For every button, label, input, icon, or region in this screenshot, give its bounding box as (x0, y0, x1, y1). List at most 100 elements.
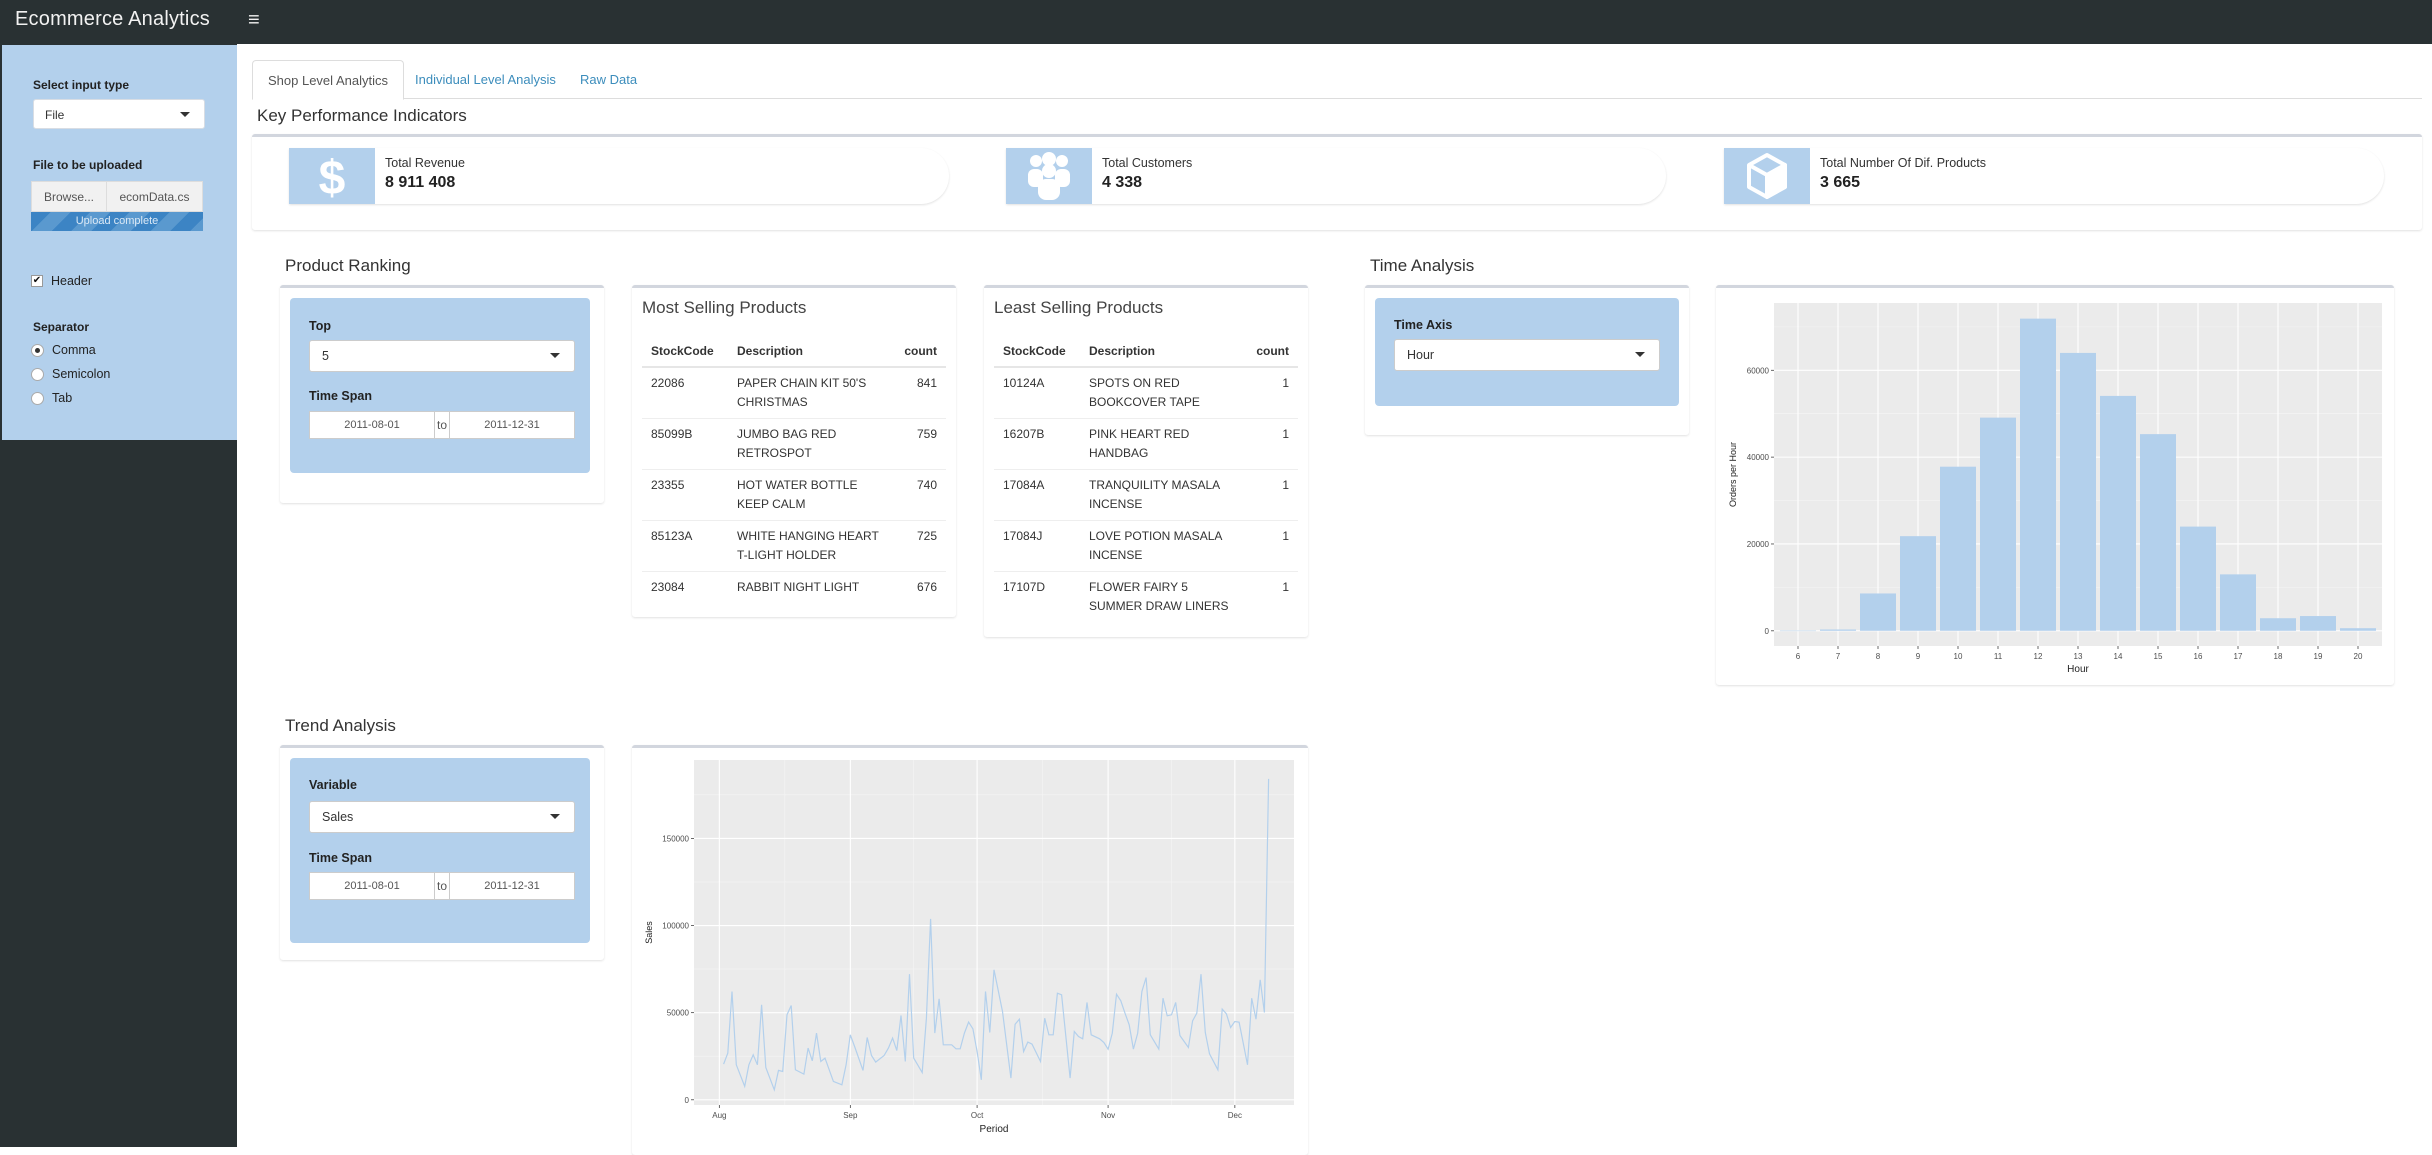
sales-trend-chart-box: 0 50000 100000 150000 Aug Sep Oct Nov Dec Period S… (632, 745, 1308, 1155)
date-range-input: 2011-08-01 to 2011-12-31 (309, 411, 575, 439)
time-analysis-controls-box: Time Axis Hour (1365, 285, 1689, 435)
cell-count: 1 (1247, 469, 1298, 521)
svg-text:$: $ (319, 152, 346, 200)
x-tick-label: 15 (2154, 652, 2163, 661)
top-navbar: Ecommerce Analytics ≡ (0, 0, 2432, 44)
bar-hour-13 (2060, 352, 2096, 631)
y-tick-label: 0 (685, 1096, 690, 1105)
input-type-label: Select input type (33, 78, 130, 92)
cell-description: PINK HEART RED HANDBAG (1080, 418, 1248, 470)
cell-description: LOVE POTION MASALA INCENSE (1080, 520, 1248, 572)
least-selling-table: StockCode Description count 10124A SPOTS … (994, 336, 1298, 622)
cell-count: 725 (895, 520, 946, 572)
radio-button[interactable] (31, 391, 44, 405)
date-to-input[interactable]: 2011-12-31 (450, 412, 574, 438)
radio-button[interactable] (31, 343, 44, 357)
column-header[interactable]: StockCode (994, 336, 1080, 368)
time-analysis-title: Time Analysis (1370, 256, 1475, 275)
cell-description: JUMBO BAG RED RETROSPOT (728, 418, 896, 470)
orders-per-hour-chart: 0 20000 40000 60000 6 7 8 9 10 11 12 13 14 15 16 17 18 19… (1728, 303, 2382, 675)
kpi-total-revenue: $ Total Revenue 8 911 408 (289, 148, 949, 204)
upload-progress-bar: Upload complete (31, 212, 203, 231)
cell-count: 1 (1247, 571, 1298, 622)
separator-option-comma[interactable]: Comma (31, 343, 96, 357)
timespan-label: Time Span (309, 851, 372, 865)
column-header[interactable]: count (1247, 336, 1298, 368)
bar-hour-20 (2340, 628, 2376, 631)
date-range-separator: to (434, 873, 450, 899)
time-axis-value: Hour (1407, 348, 1435, 362)
hamburger-icon[interactable]: ≡ (248, 9, 260, 32)
table-row: 85099B JUMBO BAG RED RETROSPOT 759 (642, 418, 946, 470)
y-tick-label: 150000 (662, 834, 689, 843)
table-row: 17084J LOVE POTION MASALA INCENSE 1 (994, 520, 1298, 572)
bar-hour-19 (2300, 616, 2336, 631)
column-header[interactable]: count (895, 336, 946, 368)
x-tick-label: Dec (1228, 1111, 1242, 1120)
table-row: 16207B PINK HEART RED HANDBAG 1 (994, 418, 1298, 470)
cube-icon (1724, 148, 1810, 204)
tab-individual-level-analysis[interactable]: Individual Level Analysis (400, 60, 571, 99)
bar-hour-6 (1780, 630, 1816, 632)
sales-trend-chart: 0 50000 100000 150000 Aug Sep Oct Nov Dec Period S… (644, 760, 1294, 1135)
cell-description: WHITE HANGING HEART T-LIGHT HOLDER (728, 520, 896, 572)
cell-stockcode: 10124A (994, 366, 1080, 419)
date-from-input[interactable]: 2011-08-01 (310, 412, 434, 438)
kpi-value: 8 911 408 (385, 174, 456, 191)
separator-option-tab[interactable]: Tab (31, 391, 72, 405)
date-range-input: 2011-08-01 to 2011-12-31 (309, 872, 575, 900)
header-checkbox[interactable]: ✔ (31, 275, 43, 287)
product-ranking-controls: Top 5 Time Span 2011-08-01 to 2011-12-31 (290, 298, 590, 473)
cell-description: FLOWER FAIRY 5 SUMMER DRAW LINERS (1080, 571, 1248, 622)
most-selling-title: Most Selling Products (642, 298, 807, 317)
trend-analysis-controls-box: Variable Sales Time Span 2011-08-01 to 2… (280, 745, 604, 960)
x-tick-label: Oct (971, 1111, 984, 1120)
cell-count: 841 (895, 366, 946, 419)
column-header[interactable]: Description (728, 336, 896, 368)
column-header[interactable]: Description (1080, 336, 1248, 368)
app-title: Ecommerce Analytics (15, 8, 210, 30)
y-axis-label: Sales (644, 921, 654, 944)
x-tick-label: Nov (1101, 1111, 1115, 1120)
cell-stockcode: 85099B (642, 418, 728, 470)
kpi-label: Total Revenue (385, 156, 465, 170)
x-tick-label: 9 (1916, 652, 1921, 661)
time-axis-select[interactable]: Hour (1394, 339, 1660, 371)
cell-count: 1 (1247, 418, 1298, 470)
cell-description: HOT WATER BOTTLE KEEP CALM (728, 469, 896, 521)
kpi-section-title: Key Performance Indicators (257, 106, 467, 125)
input-type-select[interactable]: File (33, 99, 205, 129)
tab-shop-level-analytics[interactable]: Shop Level Analytics (252, 60, 404, 100)
x-tick-label: 7 (1836, 652, 1841, 661)
file-upload-label: File to be uploaded (33, 158, 143, 172)
bar-hour-9 (1900, 536, 1936, 631)
kpi-value: 4 338 (1102, 174, 1143, 191)
y-tick-label: 50000 (667, 1009, 690, 1018)
kpi-label: Total Customers (1102, 156, 1193, 170)
cell-description: RABBIT NIGHT LIGHT (728, 571, 896, 603)
cell-stockcode: 16207B (994, 418, 1080, 470)
column-header[interactable]: StockCode (642, 336, 728, 368)
date-from-input[interactable]: 2011-08-01 (310, 873, 434, 899)
file-input: Browse... ecomData.cs (31, 181, 203, 212)
tab-raw-data[interactable]: Raw Data (565, 60, 652, 99)
top-select[interactable]: 5 (309, 340, 575, 372)
radio-button[interactable] (31, 367, 44, 381)
radio-label: Tab (52, 391, 73, 405)
date-to-input[interactable]: 2011-12-31 (450, 873, 574, 899)
least-selling-box: Least Selling Products StockCode Descrip… (984, 285, 1308, 637)
x-tick-label: Aug (712, 1111, 726, 1120)
separator-option-semicolon[interactable]: Semicolon (31, 367, 110, 381)
variable-value: Sales (322, 810, 354, 824)
file-name-field[interactable]: ecomData.cs (107, 181, 203, 212)
variable-select[interactable]: Sales (309, 801, 575, 833)
trend-analysis-title: Trend Analysis (285, 716, 396, 735)
y-axis-label: Orders per Hour (1728, 442, 1738, 507)
header-checkbox-row[interactable]: ✔ Header (31, 274, 92, 288)
y-tick-label: 60000 (1747, 366, 1770, 375)
cell-stockcode: 85123A (642, 520, 728, 572)
bar-hour-15 (2140, 434, 2176, 631)
browse-button[interactable]: Browse... (31, 181, 107, 212)
x-tick-label: 19 (2314, 652, 2323, 661)
x-tick-label: 14 (2114, 652, 2123, 661)
